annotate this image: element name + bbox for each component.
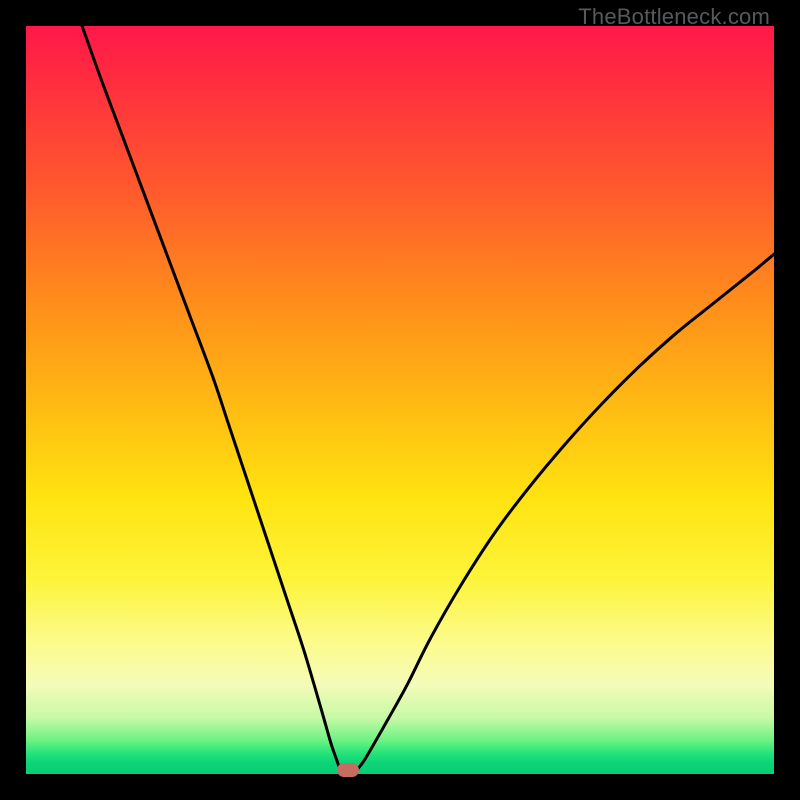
bottleneck-curve <box>0 0 800 800</box>
optimum-marker <box>337 763 359 777</box>
canvas: TheBottleneck.com <box>0 0 800 800</box>
